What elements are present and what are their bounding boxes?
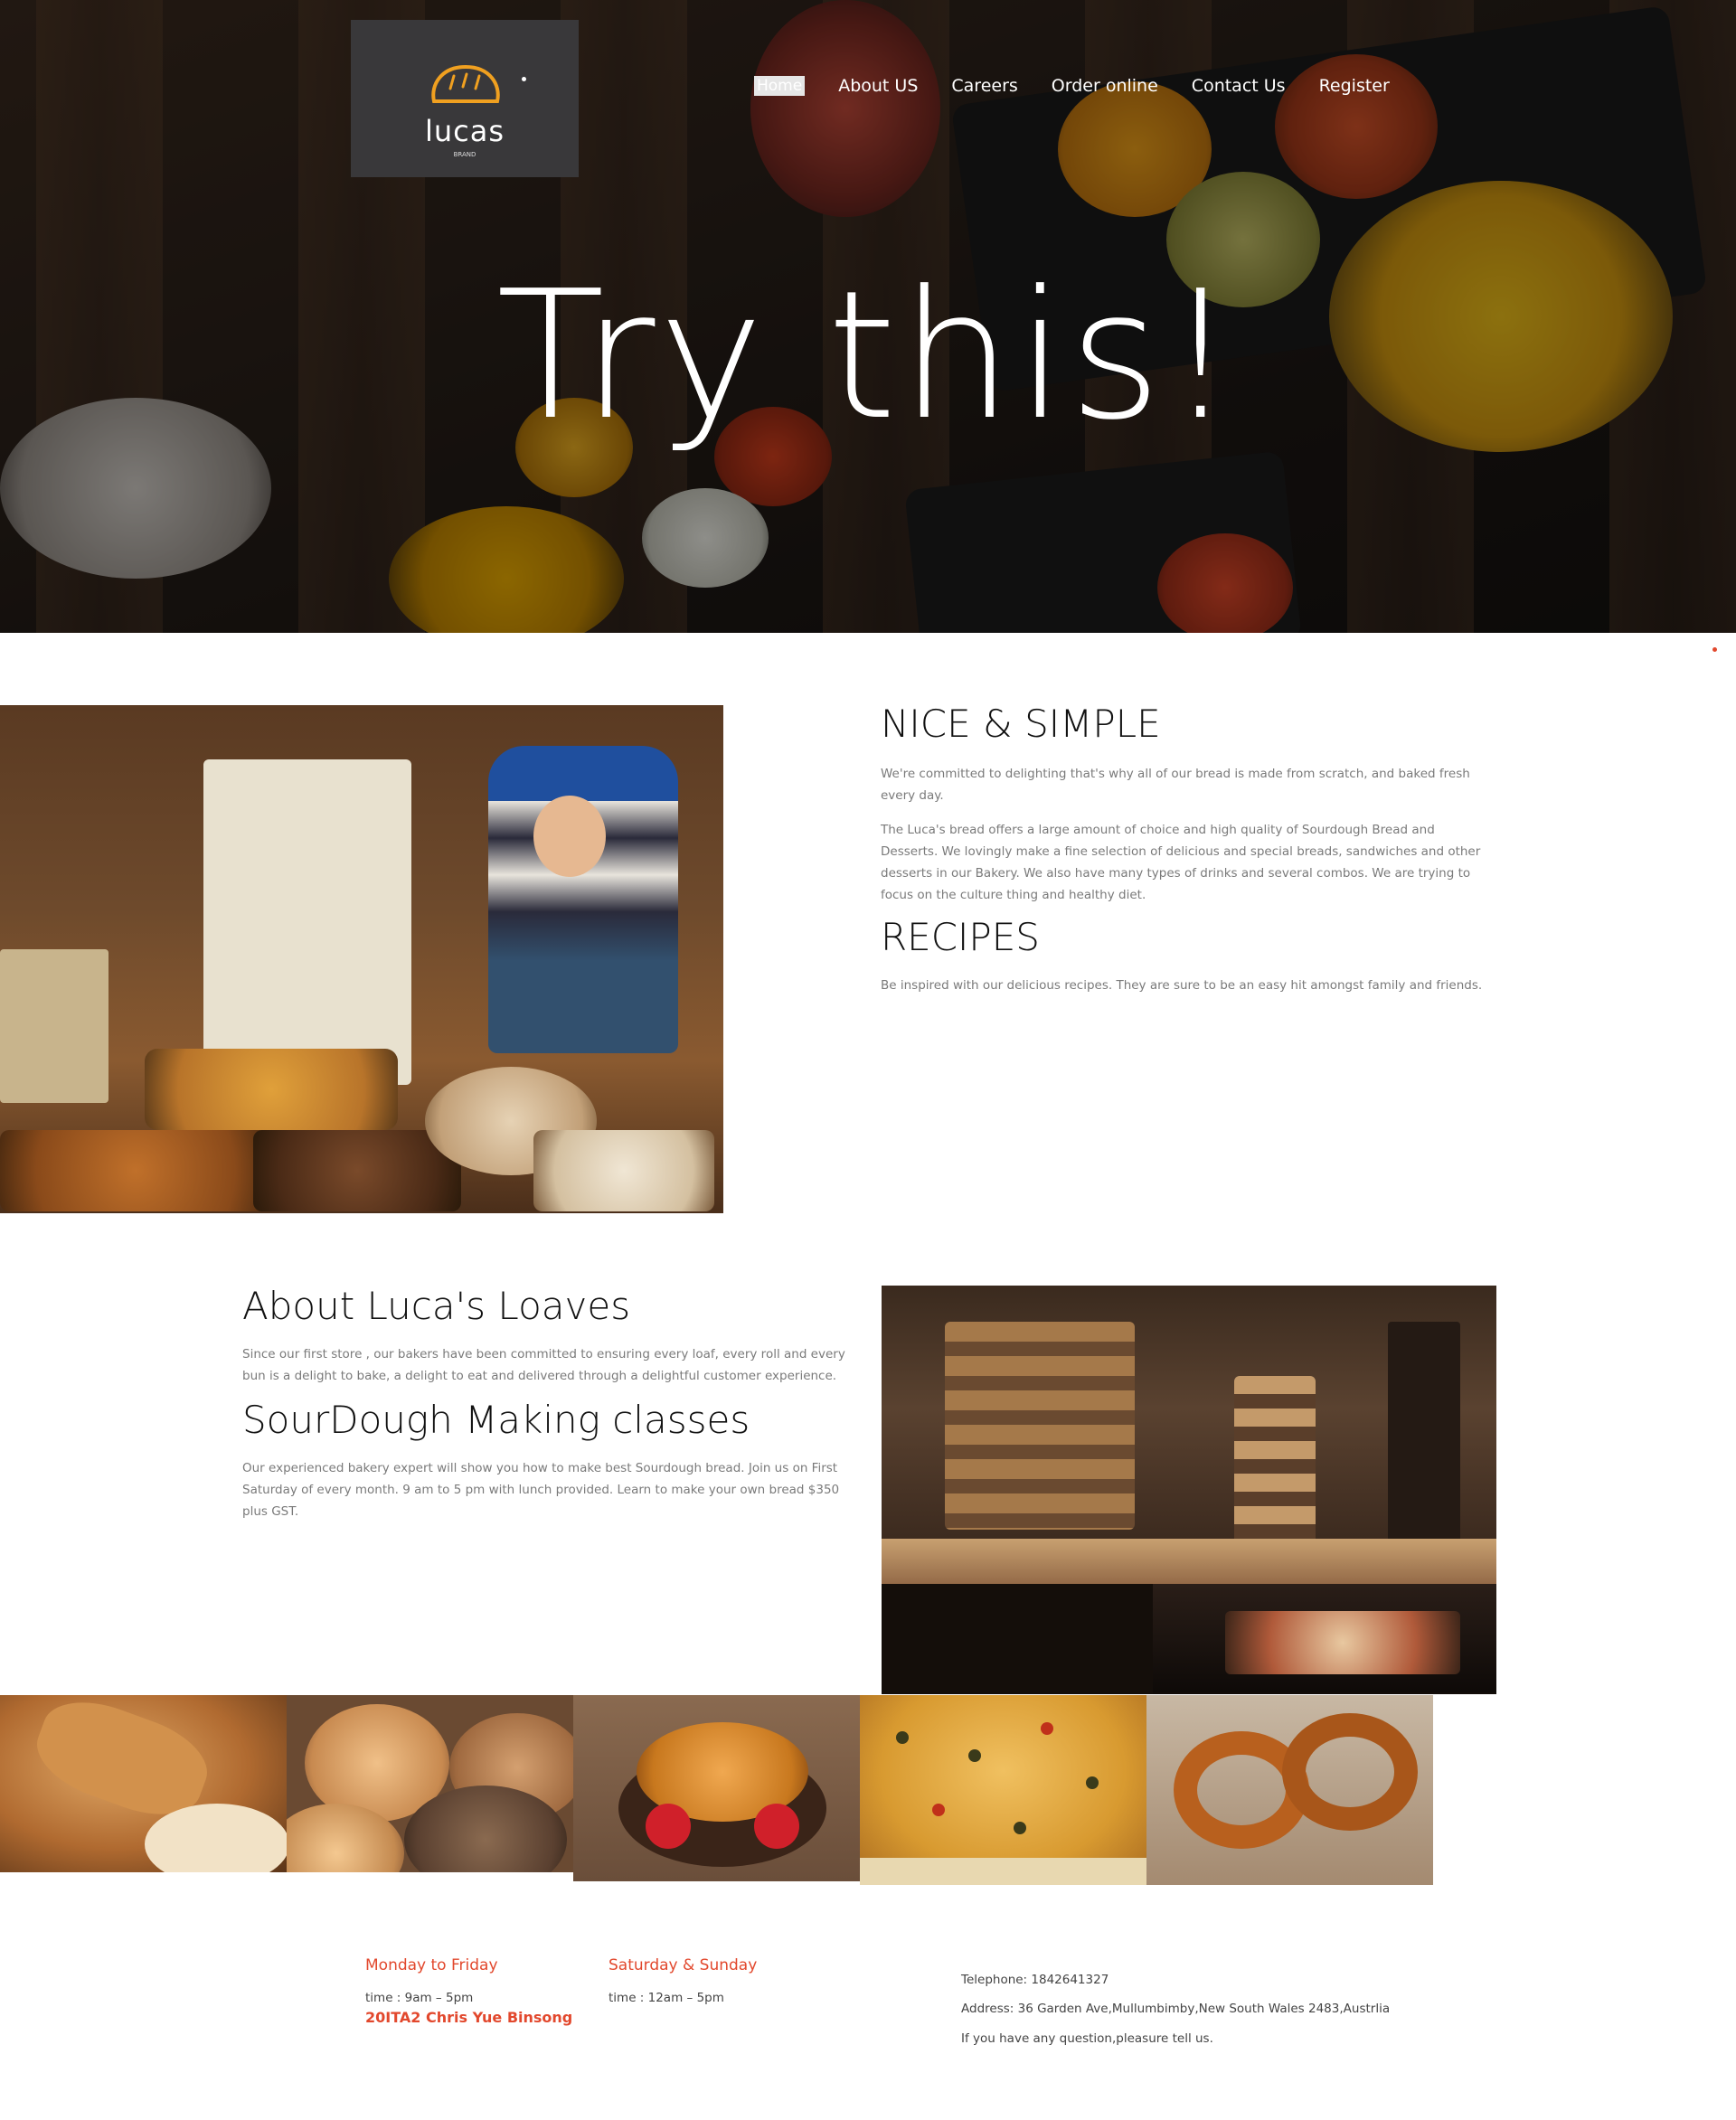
nav-careers[interactable]: Careers <box>951 76 1017 96</box>
credit-text: 20ITA2 Chris Yue Binsong <box>365 2009 573 2026</box>
nav-home[interactable]: Home <box>754 76 806 96</box>
telephone-text: Telephone: 1842641327 <box>961 1973 1109 1987</box>
nav-register[interactable]: Register <box>1319 76 1390 96</box>
bakery-counter-photo <box>0 705 723 1213</box>
question-text: If you have any question,pleasure tell u… <box>961 2031 1213 2046</box>
weekday-hours-time: time : 9am – 5pm <box>365 1991 474 2005</box>
heading-nice-simple: NICE & SIMPLE <box>881 702 1161 746</box>
main-nav: Home About US Careers Order online Conta… <box>754 72 1423 99</box>
brand-name: lucas <box>424 114 505 148</box>
nice-simple-para-2: The Luca's bread offers a large amount o… <box>881 823 1481 902</box>
nav-about-us[interactable]: About US <box>838 76 918 96</box>
hero-banner: lucas BRAND Home About US Careers Order … <box>0 0 1736 633</box>
nav-contact-us[interactable]: Contact Us <box>1192 76 1286 96</box>
nav-order-online[interactable]: Order online <box>1052 76 1158 96</box>
croissant-photo <box>573 1695 860 1881</box>
bread-loaf-icon <box>431 64 500 103</box>
weekend-hours-time: time : 12am – 5pm <box>609 1991 724 2005</box>
recipes-para: Be inspired with our delicious recipes. … <box>881 978 1483 993</box>
sourdough-para: Our experienced bakery expert will show … <box>242 1461 840 1519</box>
pretzel-photo <box>1146 1695 1433 1885</box>
nice-simple-para-1: We're committed to delighting that's why… <box>881 767 1470 803</box>
heading-sourdough-classes: SourDough Making classes <box>242 1398 750 1442</box>
logo[interactable]: lucas BRAND <box>351 20 579 177</box>
focaccia-photo <box>860 1695 1146 1885</box>
bread-photo-2 <box>287 1695 573 1872</box>
bakery-interior-photo <box>882 1286 1496 1694</box>
weekend-hours-title: Saturday & Sunday <box>609 1956 758 1974</box>
heading-recipes: RECIPES <box>881 915 1040 959</box>
bread-photo-1 <box>0 1695 287 1872</box>
brand-sub: BRAND <box>453 151 476 158</box>
heading-about-lucas-loaves: About Luca's Loaves <box>242 1284 631 1328</box>
hero-title: Try this! <box>495 253 1240 459</box>
weekday-hours-title: Monday to Friday <box>365 1956 498 1974</box>
decor-dot <box>522 77 526 81</box>
address-text: Address: 36 Garden Ave,Mullumbimby,New S… <box>961 2002 1391 2016</box>
decor-dot-red <box>1712 647 1717 652</box>
about-para: Since our first store , our bakers have … <box>242 1347 845 1383</box>
